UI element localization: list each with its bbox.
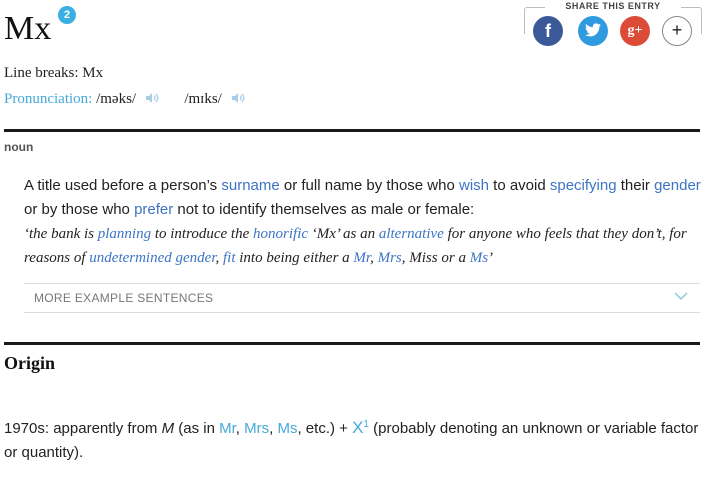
word-link[interactable]: prefer [134, 201, 173, 218]
word-link[interactable]: fit [223, 250, 236, 266]
share-title: SHARE THIS ENTRY [545, 0, 681, 12]
word-link[interactable]: X [352, 418, 363, 437]
text-segment: , [370, 250, 378, 266]
text-segment: or full name by those who [279, 177, 459, 194]
word-link[interactable]: Mrs [378, 250, 402, 266]
more-share-button[interactable]: + [662, 16, 692, 46]
text-segment: not to identify themselves as male or fe… [173, 201, 475, 218]
facebook-icon: f [545, 21, 551, 41]
text-segment: to avoid [489, 177, 550, 194]
speaker-icon[interactable] [145, 91, 159, 109]
text-segment: or by those who [24, 201, 135, 218]
google-plus-share-button[interactable]: g+ [620, 16, 650, 46]
text-segment: (as in [174, 420, 220, 437]
text-segment: ‘Mx’ as an [308, 226, 379, 242]
word-link[interactable]: Mr [219, 420, 236, 437]
word-link[interactable]: wish [459, 177, 489, 194]
plus-icon: + [671, 20, 683, 40]
headword: Mx [4, 10, 52, 47]
twitter-share-button[interactable] [578, 16, 608, 46]
line-breaks: Line breaks: Mx [4, 65, 104, 81]
definition: A title used before a person’s surname o… [24, 174, 704, 222]
word-link[interactable]: gender [654, 177, 701, 194]
word-link[interactable]: specifying [550, 177, 617, 194]
text-segment: , etc.) + [297, 420, 353, 437]
pronunciation-2: /mɪks/ [184, 91, 222, 107]
text-segment: into being either a [235, 250, 354, 266]
speaker-icon[interactable] [231, 91, 245, 109]
word-link[interactable]: Ms [277, 420, 297, 437]
example-sentence: ‘the bank is planning to introduce the h… [24, 222, 706, 270]
twitter-icon [585, 23, 601, 37]
word-link[interactable]: Mr [353, 250, 370, 266]
google-plus-icon: g+ [627, 23, 643, 38]
text-segment: , [215, 250, 223, 266]
word-link[interactable]: honorific [253, 226, 308, 242]
text-segment: , Miss or a [401, 250, 470, 266]
word-link[interactable]: Ms [470, 250, 488, 266]
word-link[interactable]: Mrs [244, 420, 269, 437]
word-link[interactable]: planning [98, 226, 151, 242]
text-segment: to introduce the [151, 226, 254, 242]
text-segment: their [616, 177, 655, 194]
section-divider [4, 342, 700, 345]
section-divider [4, 129, 700, 132]
chevron-down-icon [674, 292, 688, 300]
text-segment: 1970s: apparently from [4, 420, 162, 437]
pronunciation-label: Pronunciation: [4, 91, 93, 107]
part-of-speech: noun [4, 140, 34, 154]
pronunciation-1: /məks/ [96, 91, 137, 107]
origin-heading: Origin [4, 353, 56, 373]
homograph-badge: 2 [58, 6, 76, 24]
text-segment: ’ [488, 250, 494, 266]
word-link[interactable]: surname [221, 177, 279, 194]
text-segment: A title used before a person’s [24, 177, 222, 194]
text-segment: , [235, 420, 245, 437]
more-example-sentences-toggle[interactable]: MORE EXAMPLE SENTENCES [24, 283, 700, 313]
text-segment: ‘the bank is [24, 226, 98, 242]
facebook-share-button[interactable]: f [533, 16, 563, 46]
text-segment: M [161, 420, 175, 437]
word-link[interactable]: alternative [379, 226, 444, 242]
origin-text: 1970s: apparently from M (as in Mr, Mrs,… [4, 413, 704, 465]
word-link[interactable]: undetermined gender [89, 250, 215, 266]
more-example-sentences-label: MORE EXAMPLE SENTENCES [34, 291, 214, 305]
pronunciation-row: Pronunciation: /məks/ /mɪks/ [4, 90, 245, 109]
